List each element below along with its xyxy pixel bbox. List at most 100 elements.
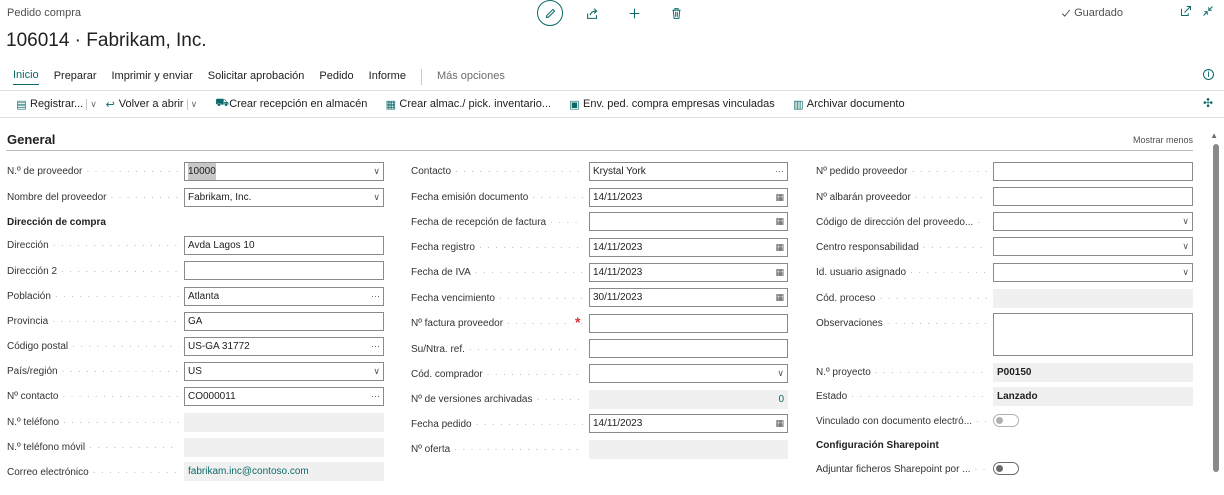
county-label: Provincia · · · · · · · · · · · · · · · …	[7, 316, 179, 327]
contact-field[interactable]: Krystal York ···	[589, 162, 788, 181]
invoice-received-date-label: Fecha de recepción de factura · · · · · …	[411, 217, 583, 228]
reopen-action[interactable]: ↩ Volver a abrir ∨	[105, 98, 198, 111]
chevron-down-icon[interactable]: ∨	[373, 163, 380, 180]
more-options-button[interactable]: Más opciones	[437, 70, 505, 85]
chevron-down-icon[interactable]: ∨	[373, 363, 380, 380]
country-field[interactable]: US ∨	[184, 362, 384, 381]
delete-button[interactable]	[663, 0, 689, 26]
chevron-down-icon[interactable]: ∨	[777, 365, 784, 382]
chevron-down-icon[interactable]: ∨	[1182, 238, 1189, 255]
calendar-icon[interactable]: ▦	[775, 264, 784, 281]
inventory-pick-icon: ▦	[385, 98, 397, 111]
tab-separator	[420, 69, 422, 85]
contact-value: Krystal York	[593, 166, 646, 177]
post-code-field[interactable]: US-GA 31772 ···	[184, 337, 384, 356]
scrollbar-thumb[interactable]	[1213, 144, 1219, 472]
email-field[interactable]: fabrikam.inc@contoso.com	[184, 462, 384, 481]
vendor-no-field[interactable]: 10000 ∨	[184, 162, 384, 181]
new-button[interactable]	[621, 0, 647, 26]
posting-date-field[interactable]: 14/11/2023 ▦	[589, 238, 788, 257]
tab-inicio[interactable]: Inicio	[13, 69, 39, 85]
quote-no-field	[589, 440, 788, 459]
ellipsis-icon[interactable]: ···	[371, 288, 380, 305]
inventory-pick-action[interactable]: ▦ Crear almac./ pick. inventario...	[385, 98, 551, 111]
tab-imprimir-enviar[interactable]: Imprimir y enviar	[111, 70, 192, 85]
address-value: Avda Lagos 10	[188, 240, 255, 251]
address2-field[interactable]	[184, 261, 384, 280]
order-address-code-label: Código de dirección del proveedo... · · …	[816, 217, 986, 228]
saved-label: Guardado	[1074, 7, 1123, 19]
ellipsis-icon[interactable]: ···	[371, 388, 380, 405]
quote-no-label: Nº oferta · · · · · · · · · · · · · · · …	[411, 444, 583, 455]
contact-no-field[interactable]: CO000011 ···	[184, 387, 384, 406]
section-title[interactable]: General	[7, 132, 55, 147]
mobile-field	[184, 438, 384, 457]
share-icon	[586, 7, 597, 19]
ellipsis-icon[interactable]: ···	[371, 338, 380, 355]
your-reference-field[interactable]	[589, 339, 788, 358]
archive-action[interactable]: ▥ Archivar documento	[793, 98, 905, 111]
invoice-received-date-field[interactable]: ▦	[589, 212, 788, 231]
tab-pedido[interactable]: Pedido	[319, 70, 353, 85]
remarks-field[interactable]	[993, 313, 1193, 356]
calendar-icon[interactable]: ▦	[775, 289, 784, 306]
tab-solicitar-aprobacion[interactable]: Solicitar aprobación	[208, 70, 305, 85]
document-date-field[interactable]: 14/11/2023 ▦	[589, 188, 788, 207]
calendar-icon[interactable]: ▦	[775, 415, 784, 432]
tab-informe[interactable]: Informe	[369, 70, 406, 85]
responsibility-center-field[interactable]: ∨	[993, 237, 1193, 256]
vendor-no-label: N.º de proveedor · · · · · · · · · · · ·…	[7, 166, 179, 177]
tab-preparar[interactable]: Preparar	[54, 70, 97, 85]
status-value: Lanzado	[997, 391, 1038, 402]
due-date-field[interactable]: 30/11/2023 ▦	[589, 288, 788, 307]
warehouse-receipt-action[interactable]: ⛟ Crear recepción en almacén	[215, 97, 367, 111]
post-action[interactable]: ▤ Registrar... ∨	[16, 98, 97, 111]
city-field[interactable]: Atlanta ···	[184, 287, 384, 306]
collapse-button[interactable]	[1202, 5, 1214, 17]
toggle-knob	[996, 417, 1003, 424]
address-field[interactable]: Avda Lagos 10	[184, 236, 384, 255]
info-icon[interactable]: i	[1203, 69, 1214, 80]
pin-icon[interactable]: ✣	[1203, 96, 1213, 110]
sharepoint-attach-toggle[interactable]	[993, 462, 1019, 475]
share-button[interactable]	[579, 0, 605, 26]
send-intercompany-action[interactable]: ▣ Env. ped. compra empresas vinculadas	[569, 98, 774, 111]
assigned-user-field[interactable]: ∨	[993, 263, 1193, 282]
status-field: Lanzado	[993, 387, 1193, 406]
ellipsis-icon[interactable]: ···	[775, 163, 784, 180]
chevron-down-icon[interactable]: ∨	[373, 189, 380, 206]
required-indicator: *	[575, 314, 581, 330]
show-less-link[interactable]: Mostrar menos	[1133, 135, 1193, 145]
vendor-order-no-field[interactable]	[993, 162, 1193, 181]
calendar-icon[interactable]: ▦	[775, 213, 784, 230]
chevron-down-icon[interactable]: ∨	[86, 98, 97, 110]
vendor-shipment-no-field[interactable]	[993, 187, 1193, 206]
archived-versions-field[interactable]: 0	[589, 390, 788, 409]
order-address-code-field[interactable]: ∨	[993, 212, 1193, 231]
scroll-up-icon[interactable]: ▲	[1210, 131, 1218, 140]
contact-no-value: CO000011	[188, 391, 236, 402]
email-value[interactable]: fabrikam.inc@contoso.com	[188, 463, 309, 480]
archive-action-label: Archivar documento	[806, 98, 905, 110]
purchaser-code-field[interactable]: ∨	[589, 364, 788, 383]
archived-versions-value[interactable]: 0	[778, 391, 784, 408]
vendor-name-field[interactable]: Fabrikam, Inc. ∨	[184, 188, 384, 207]
phone-field	[184, 413, 384, 432]
calendar-icon[interactable]: ▦	[775, 239, 784, 256]
chevron-down-icon[interactable]: ∨	[1182, 264, 1189, 281]
linked-document-toggle[interactable]	[993, 414, 1019, 427]
order-date-field[interactable]: 14/11/2023 ▦	[589, 414, 788, 433]
post-code-label: Código postal · · · · · · · · · · · · · …	[7, 341, 179, 352]
vendor-invoice-no-field[interactable]	[589, 314, 788, 333]
calendar-icon[interactable]: ▦	[775, 189, 784, 206]
chevron-down-icon[interactable]: ∨	[186, 98, 197, 110]
vat-date-field[interactable]: 14/11/2023 ▦	[589, 263, 788, 282]
sharepoint-attach-label: Adjuntar ficheros Sharepoint por ... · ·…	[816, 464, 986, 475]
open-new-window-button[interactable]	[1180, 5, 1192, 17]
chevron-down-icon[interactable]: ∨	[1182, 213, 1189, 230]
phone-label: N.º teléfono · · · · · · · · · · · · · ·…	[7, 417, 179, 428]
address2-label: Dirección 2 · · · · · · · · · · · · · · …	[7, 266, 179, 277]
county-field[interactable]: GA	[184, 312, 384, 331]
reopen-action-label: Volver a abrir	[118, 98, 184, 110]
edit-button[interactable]	[537, 0, 563, 26]
